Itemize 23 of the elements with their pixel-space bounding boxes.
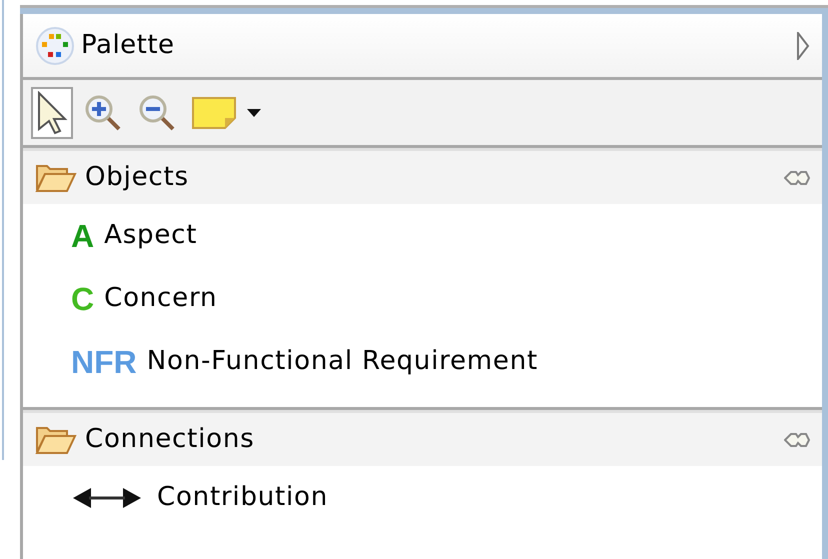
- pin-icon: [784, 170, 810, 186]
- letter-icon: A: [71, 212, 94, 260]
- letter-icon: NFR: [71, 338, 137, 386]
- zoom-in-icon: [83, 92, 123, 132]
- palette-entry[interactable]: NFR Non-Functional Requirement: [23, 330, 822, 393]
- palette-title: Palette: [81, 29, 176, 62]
- entry-label: Aspect: [104, 219, 198, 252]
- palette-icon: [35, 26, 75, 66]
- drawer-header[interactable]: Connections: [23, 410, 822, 466]
- double-arrow-icon: [71, 486, 143, 510]
- entry-label: Concern: [104, 282, 218, 315]
- zoom-out-icon: [137, 92, 177, 132]
- palette-entry[interactable]: Contribution: [23, 466, 822, 529]
- pin-icon: [784, 432, 810, 448]
- palette-entry[interactable]: C Concern: [23, 267, 822, 330]
- entry-label: Non-Functional Requirement: [146, 345, 538, 378]
- letter-icon: C: [71, 274, 94, 322]
- palette-entry[interactable]: A Aspect: [23, 204, 822, 267]
- drawer-header[interactable]: Objects: [23, 148, 822, 204]
- pointer-icon: [35, 90, 69, 134]
- select-tool[interactable]: [31, 86, 73, 138]
- entry-label: Contribution: [157, 481, 328, 514]
- sticky-note-icon: [191, 96, 237, 130]
